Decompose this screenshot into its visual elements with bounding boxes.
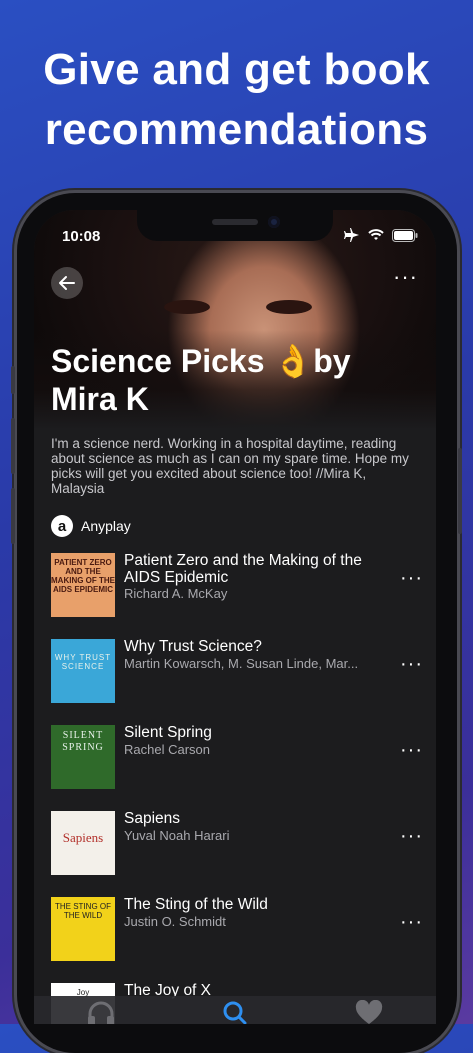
arrow-left-icon <box>59 276 75 290</box>
wifi-icon <box>368 229 384 240</box>
book-row[interactable]: Sapiens Sapiens Yuval Noah Harari ··· <box>51 810 423 877</box>
app-screen: 10:08 ··· Science Picks 👌by Mira K I'm a… <box>34 210 436 1024</box>
book-author: Yuval Noah Harari <box>124 828 230 843</box>
book-row[interactable]: WHY TRUST SCIENCE Why Trust Science? Marti… <box>51 638 423 705</box>
search-icon[interactable] <box>220 1000 250 1024</box>
promo-headline-line2: recommendations <box>44 105 429 154</box>
status-icons <box>344 228 418 242</box>
airplane-icon <box>344 228 359 242</box>
phone-volume-down <box>11 488 15 544</box>
list-title: Science Picks 👌by Mira K <box>51 343 351 417</box>
phone-power-button <box>458 448 462 534</box>
source-row[interactable]: a Anyplay <box>51 515 131 537</box>
book-cover: PATIENT ZERO AND THE MAKING OF THE AIDS … <box>51 553 115 617</box>
promo-headline: Give and get book recommendations <box>0 40 473 160</box>
back-button[interactable] <box>51 267 83 299</box>
phone-volume-up <box>11 418 15 474</box>
book-cover-text: WHY TRUST SCIENCE <box>54 653 112 671</box>
book-cover: WHY TRUST SCIENCE <box>51 639 115 703</box>
tab-bar <box>34 996 436 1024</box>
book-cover-text: THE STING OF THE WILD <box>55 902 111 920</box>
headphones-icon[interactable] <box>86 1000 116 1024</box>
list-description: I'm a science nerd. Working in a hospita… <box>51 436 409 496</box>
book-more-button[interactable]: ··· <box>400 912 423 932</box>
book-row[interactable]: SILENT SPRING Silent Spring Rachel Carson ·… <box>51 724 423 791</box>
book-title: Sapiens <box>124 810 181 827</box>
hero-eye-right <box>266 300 312 314</box>
source-name: Anyplay <box>81 518 131 534</box>
book-cover: SILENT SPRING <box>51 725 115 789</box>
heart-icon[interactable] <box>354 1000 384 1024</box>
book-cover-text: SILENT SPRING <box>62 730 104 753</box>
promo-headline-line1: Give and get book <box>43 45 430 94</box>
status-time: 10:08 <box>62 228 101 245</box>
book-title: The Sting of the Wild <box>124 896 268 913</box>
book-author: Richard A. McKay <box>124 586 228 601</box>
book-cover-text: PATIENT ZERO AND THE MAKING OF THE AIDS … <box>51 558 115 594</box>
book-author: Justin O. Schmidt <box>124 914 226 929</box>
book-cover-text: Sapiens <box>62 830 104 845</box>
book-cover: THE STING OF THE WILD <box>51 897 115 961</box>
book-title: Patient Zero and the Making of the AIDS … <box>124 552 362 586</box>
book-title: Silent Spring <box>124 724 212 741</box>
book-row[interactable]: THE STING OF THE WILD The Sting of the Wi… <box>51 896 423 963</box>
anyplay-logo-icon: a <box>51 515 73 537</box>
book-more-button[interactable]: ··· <box>400 568 423 588</box>
phone-camera <box>268 216 280 228</box>
book-title: Why Trust Science? <box>124 638 262 655</box>
phone-notch <box>137 210 333 241</box>
phone-speaker <box>212 219 258 225</box>
book-author: Rachel Carson <box>124 742 210 757</box>
battery-icon <box>392 228 418 242</box>
book-row[interactable]: PATIENT ZERO AND THE MAKING OF THE AIDS … <box>51 552 423 619</box>
book-author: Martin Kowarsch, M. Susan Linde, Mar... <box>124 656 359 671</box>
book-more-button[interactable]: ··· <box>400 654 423 674</box>
book-more-button[interactable]: ··· <box>400 826 423 846</box>
phone-mute-switch <box>11 366 15 394</box>
hero-eye-left <box>164 300 210 314</box>
more-options-button[interactable]: ··· <box>393 266 418 288</box>
book-more-button[interactable]: ··· <box>400 740 423 760</box>
book-cover: Sapiens <box>51 811 115 875</box>
